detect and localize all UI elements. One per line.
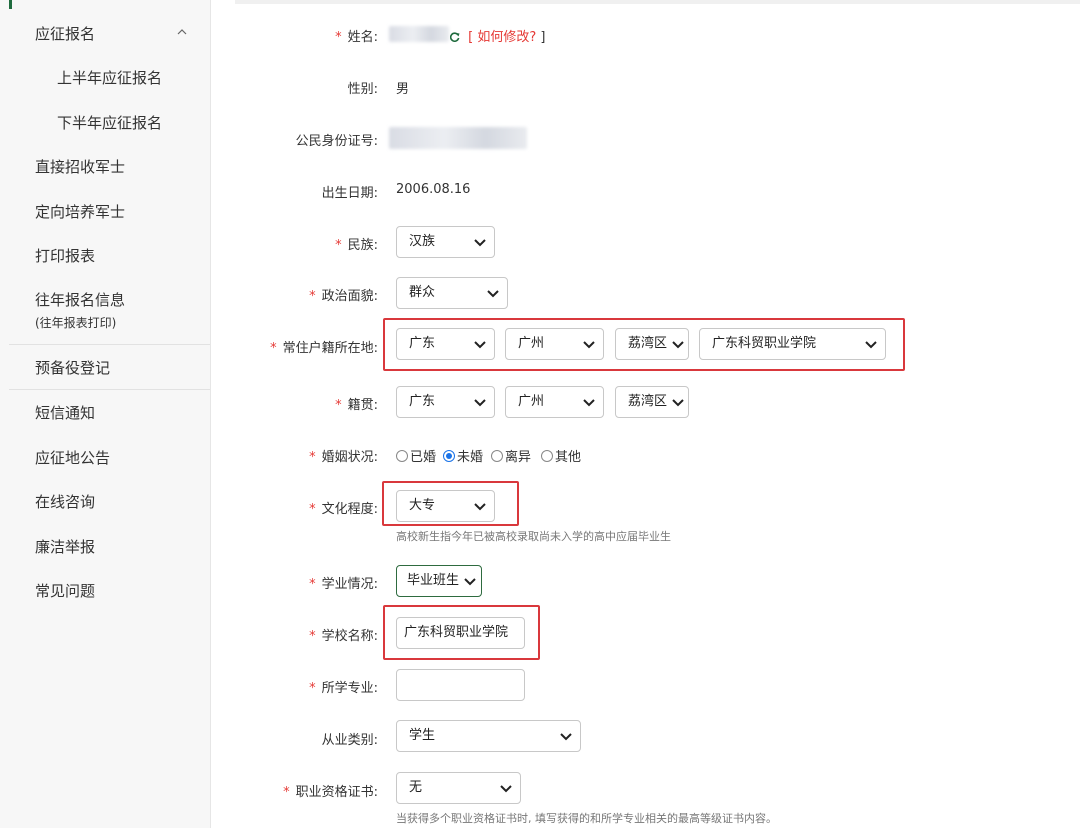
major-label: * 所学专业: xyxy=(309,681,378,696)
refresh-icon[interactable] xyxy=(450,32,460,42)
major-input[interactable] xyxy=(396,669,525,701)
sidebar-nav: 应征报名 上半年应征报名 下半年应征报名 直接招收军士 定向培养军士 打印报表 … xyxy=(0,0,211,828)
chevron-down-icon xyxy=(672,399,684,407)
chevron-down-icon xyxy=(474,399,486,407)
household-province-select[interactable]: 广东 xyxy=(396,328,495,360)
native-label: * 籍贯: xyxy=(335,398,378,413)
political-select[interactable]: 群众 xyxy=(396,277,508,309)
chevron-down-icon xyxy=(500,785,512,793)
sidebar-item-direct-recruit[interactable]: 直接招收军士 xyxy=(35,156,125,177)
top-border xyxy=(235,0,1080,4)
certificate-label: * 职业资格证书: xyxy=(283,785,378,800)
native-province-select[interactable]: 广东 xyxy=(396,386,495,418)
id-number-redacted xyxy=(389,127,527,149)
chevron-down-icon xyxy=(464,578,476,586)
political-label: * 政治面貌: xyxy=(309,289,378,304)
household-label: * 常住户籍所在地: xyxy=(270,341,378,356)
gender-value: 男 xyxy=(396,82,410,97)
ethnicity-select[interactable]: 汉族 xyxy=(396,226,495,258)
chevron-down-icon xyxy=(583,399,595,407)
sidebar-item-consult[interactable]: 在线咨询 xyxy=(35,491,95,512)
sidebar-item-second-half[interactable]: 下半年应征报名 xyxy=(57,112,162,133)
id-number-label: 公民身份证号: xyxy=(295,134,378,149)
school-name-label: * 学校名称: xyxy=(309,629,378,644)
education-select[interactable]: 大专 xyxy=(396,490,495,522)
divider xyxy=(9,389,210,390)
household-district-select[interactable]: 荔湾区 xyxy=(615,328,689,360)
sidebar-item-directed-training[interactable]: 定向培养军士 xyxy=(35,201,125,222)
native-district-select[interactable]: 荔湾区 xyxy=(615,386,689,418)
certificate-select[interactable]: 无 xyxy=(396,772,521,804)
occupation-label: 从业类别: xyxy=(321,733,378,748)
sidebar-item-first-half[interactable]: 上半年应征报名 xyxy=(57,67,162,88)
registration-form: * 姓名: [ 如何修改? ] 性别: 男 公民身份证号: 出生日期: 2006.… xyxy=(211,0,1080,828)
chevron-down-icon xyxy=(474,503,486,511)
radio-divorced[interactable]: 离异 xyxy=(491,446,531,465)
ethnicity-label: * 民族: xyxy=(335,238,378,253)
name-value-redacted xyxy=(389,26,449,42)
household-school-select[interactable]: 广东科贸职业学院 xyxy=(699,328,886,360)
sidebar-item-past-years[interactable]: 往年报名信息 (往年报表打印) xyxy=(35,289,125,331)
chevron-down-icon xyxy=(672,341,684,349)
education-hint: 高校新生指今年已被高校录取尚未入学的高中应届毕业生 xyxy=(396,530,671,543)
sidebar-item-label: 往年报名信息 xyxy=(35,291,126,309)
marital-label: * 婚姻状况: xyxy=(309,450,378,465)
chevron-down-icon xyxy=(583,341,595,349)
sidebar-item-print-report[interactable]: 打印报表 xyxy=(35,245,95,266)
birth-value: 2006.08.16 xyxy=(396,182,471,197)
sidebar-item-report[interactable]: 廉洁举报 xyxy=(35,536,95,557)
active-indicator xyxy=(9,0,12,9)
radio-unmarried[interactable]: 未婚 xyxy=(443,446,483,465)
education-label: * 文化程度: xyxy=(309,502,378,517)
sidebar-item-sublabel: (往年报表打印) xyxy=(35,316,117,330)
radio-married[interactable]: 已婚 xyxy=(396,446,436,465)
native-city-select[interactable]: 广州 xyxy=(505,386,604,418)
divider xyxy=(9,344,210,345)
household-city-select[interactable]: 广州 xyxy=(505,328,604,360)
sidebar-item-reserve[interactable]: 预备役登记 xyxy=(35,357,110,378)
name-edit: [ 如何修改? ] xyxy=(450,26,546,45)
radio-other[interactable]: 其他 xyxy=(541,446,581,465)
chevron-down-icon xyxy=(865,341,877,349)
name-label: * 姓名: xyxy=(335,30,378,45)
sidebar-item-sms[interactable]: 短信通知 xyxy=(35,402,95,423)
study-status-label: * 学业情况: xyxy=(309,577,378,592)
chevron-down-icon xyxy=(474,239,486,247)
how-to-modify-link[interactable]: 如何修改? xyxy=(477,30,536,45)
chevron-down-icon xyxy=(560,733,572,741)
bracket-close: ] xyxy=(540,30,546,45)
occupation-select[interactable]: 学生 xyxy=(396,720,581,752)
birth-label: 出生日期: xyxy=(321,186,378,201)
chevron-up-icon[interactable] xyxy=(177,27,187,37)
sidebar-item-faq[interactable]: 常见问题 xyxy=(35,580,95,601)
study-status-select[interactable]: 毕业班生 xyxy=(396,565,482,597)
gender-label: 性别: xyxy=(347,82,378,97)
school-name-input[interactable]: 广东科贸职业学院 xyxy=(396,617,525,649)
chevron-down-icon xyxy=(474,341,486,349)
certificate-hint: 当获得多个职业资格证书时, 填写获得的和所学专业相关的最高等级证书内容。 xyxy=(396,812,777,825)
sidebar-item-announcement[interactable]: 应征地公告 xyxy=(35,447,110,468)
sidebar-item-enlistment[interactable]: 应征报名 xyxy=(35,23,95,44)
chevron-down-icon xyxy=(487,290,499,298)
bracket-open: [ xyxy=(468,30,474,45)
